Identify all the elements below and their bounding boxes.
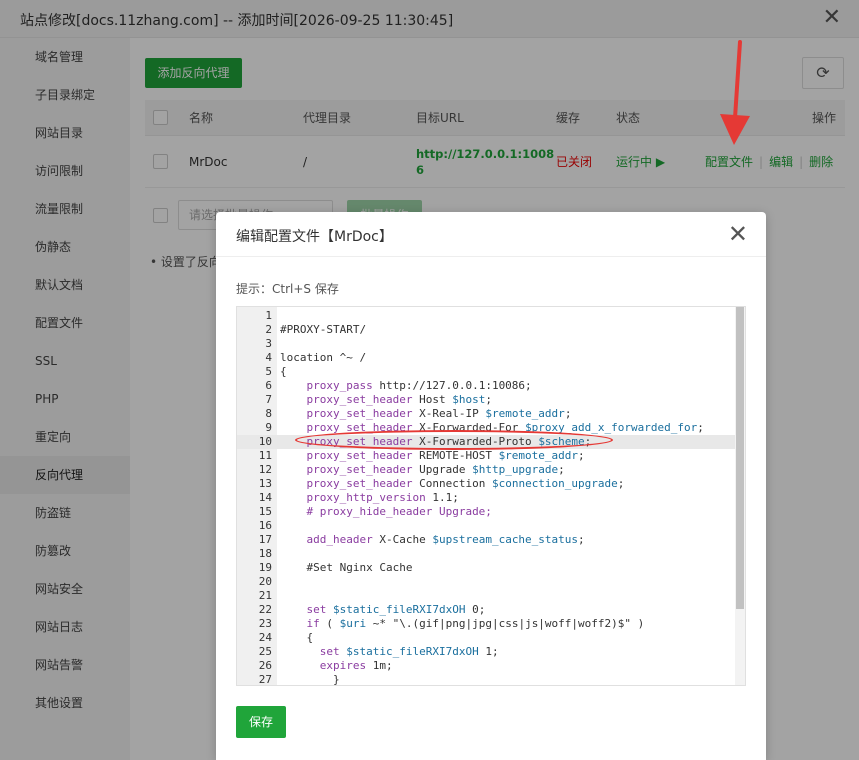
code-line[interactable]: 15 # proxy_hide_header Upgrade; (237, 505, 737, 519)
line-number: 3 (265, 337, 272, 350)
line-number: 12 (258, 463, 272, 476)
line-number: 2 (265, 323, 272, 336)
code-content[interactable]: 1 2 #PROXY-START/3 4 location ^~ /5{6 proxy_… (237, 309, 737, 686)
modal-header: 编辑配置文件【MrDoc】 ✕ (216, 212, 766, 257)
line-number: 16 (258, 519, 272, 532)
code-line[interactable]: 3 (237, 337, 737, 351)
code-text: } (332, 673, 340, 686)
line-number: 18 (258, 547, 272, 560)
edit-config-modal: 编辑配置文件【MrDoc】 ✕ 提示：Ctrl+S 保存 1 2 #PROXY-ST… (216, 212, 766, 760)
line-number: 26 (258, 659, 272, 672)
code-line[interactable]: 25 set $static_fileRXI7dxOH 1; (237, 645, 737, 659)
code-line[interactable]: 18 (237, 547, 737, 561)
code-line[interactable]: 7 proxy_set_header Host $host; (237, 393, 737, 407)
line-number: 10 (258, 435, 272, 448)
line-number: 8 (265, 407, 272, 420)
code-text: proxy_set_header Host $host; (306, 393, 492, 406)
code-line[interactable]: 4 location ^~ / (237, 351, 737, 365)
code-editor[interactable]: 1 2 #PROXY-START/3 4 location ^~ /5{6 proxy_… (236, 306, 746, 686)
line-number: 5 (265, 365, 272, 378)
code-text: set $static_fileRXI7dxOH 1; (319, 645, 499, 658)
line-number: 19 (258, 561, 272, 574)
line-number: 9 (265, 421, 272, 434)
line-number: 23 (258, 617, 272, 630)
save-button[interactable]: 保存 (236, 706, 286, 738)
code-text: proxy_set_header Connection $connection_… (306, 477, 625, 490)
code-text: proxy_set_header Upgrade $http_upgrade; (306, 463, 565, 476)
code-line[interactable]: 8 proxy_set_header X-Real-IP $remote_add… (237, 407, 737, 421)
code-line[interactable]: 22 set $static_fileRXI7dxOH 0; (237, 603, 737, 617)
line-number: 25 (258, 645, 272, 658)
code-line[interactable]: 9 proxy_set_header X-Forwarded-For $prox… (237, 421, 737, 435)
line-number: 24 (258, 631, 272, 644)
code-text: { (306, 631, 314, 644)
line-number: 14 (258, 491, 272, 504)
code-line[interactable]: 26 expires 1m; (237, 659, 737, 673)
line-number: 4 (265, 351, 272, 364)
code-text: # proxy_hide_header Upgrade; (306, 505, 492, 518)
code-text: { (280, 365, 287, 378)
code-line[interactable]: 24 { (237, 631, 737, 645)
code-line[interactable]: 19 #Set Nginx Cache (237, 561, 737, 575)
code-text: set $static_fileRXI7dxOH 0; (306, 603, 486, 616)
editor-scrollbar[interactable] (735, 307, 745, 685)
code-text: proxy_pass http://127.0.0.1:10086; (306, 379, 532, 392)
code-line[interactable]: 5{ (237, 365, 737, 379)
code-line[interactable]: 20 (237, 575, 737, 589)
code-text: proxy_set_header X-Forwarded-For $proxy_… (306, 421, 704, 434)
code-text: proxy_http_version 1.1; (306, 491, 459, 504)
code-line[interactable]: 14 proxy_http_version 1.1; (237, 491, 737, 505)
code-text: #Set Nginx Cache (306, 561, 413, 574)
code-text: add_header X-Cache $upstream_cache_statu… (306, 533, 585, 546)
line-number: 7 (265, 393, 272, 406)
code-line[interactable]: 11 proxy_set_header REMOTE-HOST $remote_… (237, 449, 737, 463)
line-number: 21 (258, 589, 272, 602)
code-line[interactable]: 6 proxy_pass http://127.0.0.1:10086; (237, 379, 737, 393)
save-hint: 提示：Ctrl+S 保存 (236, 282, 339, 296)
code-line[interactable]: 2 #PROXY-START/ (237, 323, 737, 337)
line-number: 27 (258, 673, 272, 686)
code-text: expires 1m; (319, 659, 393, 672)
code-text: proxy_set_header X-Forwarded-Proto $sche… (306, 435, 592, 448)
code-text: location ^~ / (280, 351, 367, 364)
modal-close-icon[interactable]: ✕ (728, 221, 748, 247)
line-number: 22 (258, 603, 272, 616)
modal-title: 编辑配置文件【MrDoc】 (236, 229, 393, 245)
editor-scrollbar-thumb[interactable] (736, 307, 744, 609)
code-text: #PROXY-START/ (280, 323, 367, 336)
line-number: 17 (258, 533, 272, 546)
code-text: proxy_set_header X-Real-IP $remote_addr; (306, 407, 572, 420)
code-line[interactable]: 21 (237, 589, 737, 603)
code-text: proxy_set_header REMOTE-HOST $remote_add… (306, 449, 585, 462)
line-number: 11 (258, 449, 272, 462)
line-number: 1 (265, 309, 272, 322)
code-line[interactable]: 13 proxy_set_header Connection $connecti… (237, 477, 737, 491)
line-number: 20 (258, 575, 272, 588)
code-line[interactable]: 1 (237, 309, 737, 323)
code-text: if ( $uri ~* "\.(gif|png|jpg|css|js|woff… (306, 617, 645, 630)
line-number: 6 (265, 379, 272, 392)
code-line[interactable]: 27 } (237, 673, 737, 686)
code-line[interactable]: 23 if ( $uri ~* "\.(gif|png|jpg|css|js|w… (237, 617, 737, 631)
code-line[interactable]: 17 add_header X-Cache $upstream_cache_st… (237, 533, 737, 547)
code-line[interactable]: 10 proxy_set_header X-Forwarded-Proto $s… (237, 435, 737, 449)
line-number: 13 (258, 477, 272, 490)
code-line[interactable]: 12 proxy_set_header Upgrade $http_upgrad… (237, 463, 737, 477)
line-number: 15 (258, 505, 272, 518)
code-line[interactable]: 16 (237, 519, 737, 533)
